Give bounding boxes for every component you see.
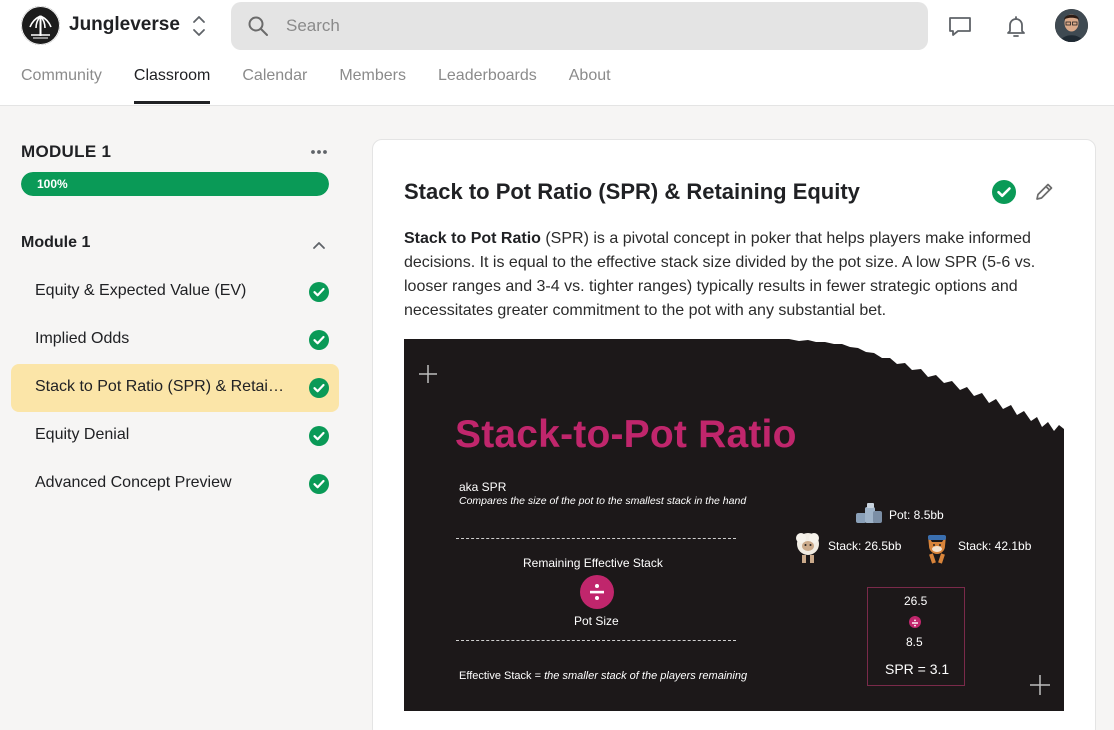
poker-chips-icon (854, 501, 884, 530)
user-avatar[interactable] (1055, 9, 1088, 42)
calc-bottom: 8.5 (906, 635, 923, 649)
slide-pot: Pot: 8.5bb (889, 508, 944, 522)
community-logo[interactable] (21, 6, 60, 45)
dashed-divider (456, 538, 736, 539)
fox-character-icon (922, 530, 952, 569)
slide-denominator: Pot Size (574, 614, 619, 628)
community-name[interactable]: Jungleverse (69, 14, 180, 36)
bell-icon[interactable] (1002, 12, 1030, 40)
check-circle-icon (308, 425, 330, 447)
search-bar[interactable] (231, 2, 928, 50)
slide-numerator: Remaining Effective Stack (523, 556, 663, 570)
lesson-label: Equity Denial (35, 426, 130, 443)
lesson-list: Equity & Expected Value (EV) Implied Odd… (11, 268, 339, 508)
sheep-character-icon (792, 530, 824, 569)
check-circle-icon (308, 281, 330, 303)
slide-stack-left: Stack: 26.5bb (828, 539, 902, 553)
slide-title: Stack-to-Pot Ratio (455, 413, 797, 456)
check-circle-icon[interactable] (991, 179, 1017, 205)
check-circle-icon (308, 473, 330, 495)
module-progress-bar: 100% (21, 172, 329, 196)
lesson-title: Stack to Pot Ratio (SPR) & Retaining Equ… (404, 179, 860, 204)
lesson-description: Stack to Pot Ratio (SPR) is a pivotal co… (404, 227, 1044, 323)
lesson-item-active[interactable]: Stack to Pot Ratio (SPR) & Retaining Equ… (11, 364, 339, 412)
section-title[interactable]: Module 1 (21, 234, 90, 252)
tab-classroom[interactable]: Classroom (133, 62, 211, 104)
divide-dot-icon (909, 616, 921, 628)
dashed-divider (456, 640, 736, 641)
slide-aka: aka SPR (459, 480, 507, 494)
torn-paper-decoration (419, 339, 1064, 695)
main-nav-tabs: Community Classroom Calendar Members Lea… (21, 62, 643, 106)
lesson-item[interactable]: Implied Odds (11, 316, 339, 364)
lesson-label: Implied Odds (35, 330, 130, 347)
footer-italic: the smaller stack of the players remaini… (544, 670, 748, 682)
slide-footer: Effective Stack = the smaller stack of t… (459, 670, 747, 682)
tab-about[interactable]: About (569, 62, 611, 104)
slide-aka-sub: Compares the size of the pot to the smal… (459, 495, 747, 507)
lesson-item[interactable]: Equity Denial (11, 412, 339, 460)
more-options-icon[interactable] (309, 144, 329, 160)
search-input[interactable] (286, 2, 906, 50)
footer-prefix: Effective Stack = (459, 670, 545, 682)
chevron-updown-icon[interactable] (188, 12, 210, 40)
search-icon (247, 15, 269, 37)
check-circle-icon (308, 377, 330, 399)
calc-top: 26.5 (904, 594, 928, 608)
calc-result: SPR = 3.1 (885, 661, 950, 677)
slide-stack-right: Stack: 42.1bb (958, 539, 1032, 553)
lesson-slide-image: Stack-to-Pot Ratio aka SPR Compares the … (404, 339, 1064, 711)
lesson-item[interactable]: Advanced Concept Preview (11, 460, 339, 508)
top-header: Jungleverse Community Classroom Calendar… (0, 0, 1114, 106)
tab-leaderboards[interactable]: Leaderboards (438, 62, 537, 104)
lesson-label: Stack to Pot Ratio (SPR) & Retaining Equ… (35, 378, 287, 395)
lesson-label: Advanced Concept Preview (35, 474, 232, 491)
lesson-content-card: Stack to Pot Ratio (SPR) & Retaining Equ… (372, 139, 1096, 730)
tab-calendar[interactable]: Calendar (242, 62, 307, 104)
chat-icon[interactable] (946, 12, 974, 40)
progress-label: 100% (37, 177, 68, 191)
tab-members[interactable]: Members (339, 62, 406, 104)
course-sidebar: MODULE 1 100% Module 1 Equity & Expected… (0, 106, 350, 730)
chevron-up-icon[interactable] (309, 236, 329, 254)
pencil-icon[interactable] (1033, 181, 1055, 203)
check-circle-icon (308, 329, 330, 351)
lesson-label: Equity & Expected Value (EV) (35, 282, 247, 299)
lesson-item[interactable]: Equity & Expected Value (EV) (11, 268, 339, 316)
description-bold-term: Stack to Pot Ratio (404, 230, 541, 247)
tab-community[interactable]: Community (21, 62, 102, 104)
divide-icon (580, 575, 614, 609)
module-title: MODULE 1 (21, 142, 112, 161)
